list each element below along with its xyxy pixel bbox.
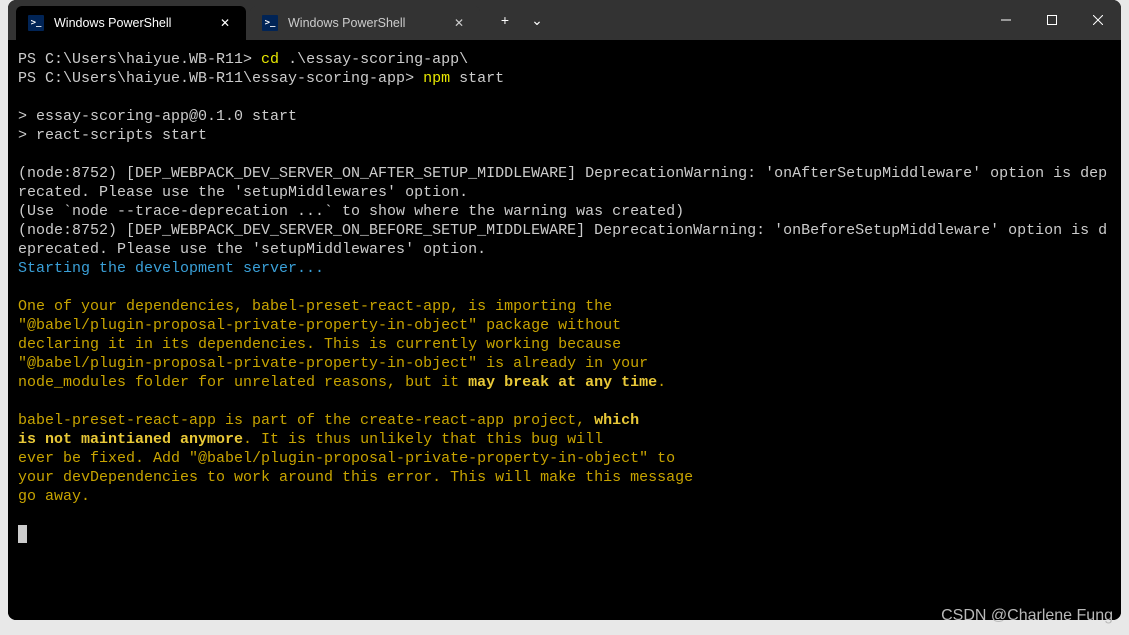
titlebar: >_ Windows PowerShell ✕ >_ Windows Power… — [8, 0, 1121, 40]
babel-warning-dot: . — [657, 374, 666, 391]
maximize-icon — [1047, 15, 1057, 25]
tab-powershell-2[interactable]: >_ Windows PowerShell ✕ — [250, 6, 480, 40]
tab-strip: >_ Windows PowerShell ✕ >_ Windows Power… — [8, 0, 552, 40]
watermark: CSDN @Charlene Fung — [941, 607, 1113, 625]
command-npm: npm — [423, 70, 459, 87]
close-icon — [1093, 15, 1103, 25]
babel-warning-bold: may break at any time — [468, 374, 657, 391]
close-icon[interactable]: ✕ — [216, 14, 234, 32]
minimize-button[interactable] — [983, 0, 1029, 40]
command-cd: cd — [261, 51, 288, 68]
close-icon[interactable]: ✕ — [450, 14, 468, 32]
maximize-button[interactable] — [1029, 0, 1075, 40]
deprecation-warnings: (node:8752) [DEP_WEBPACK_DEV_SERVER_ON_A… — [18, 165, 1107, 258]
tab-actions: + ⌄ — [484, 0, 552, 40]
cursor — [18, 525, 27, 543]
prompt-line-2: PS C:\Users\haiyue.WB-R11\essay-scoring-… — [18, 70, 423, 87]
minimize-icon — [1001, 15, 1011, 25]
window-controls — [983, 0, 1121, 40]
starting-server-message: Starting the development server... — [18, 260, 324, 277]
tab-title: Windows PowerShell — [54, 16, 206, 30]
npm-output: > essay-scoring-app@0.1.0 start > react-… — [18, 108, 297, 144]
command-arg: .\essay-scoring-app\ — [288, 51, 468, 68]
powershell-icon: >_ — [262, 15, 278, 31]
tab-dropdown-button[interactable]: ⌄ — [522, 5, 552, 35]
tab-powershell-1[interactable]: >_ Windows PowerShell ✕ — [16, 6, 246, 40]
tab-title: Windows PowerShell — [288, 16, 440, 30]
babel-warning-2a: babel-preset-react-app is part of the cr… — [18, 412, 594, 429]
prompt-line-1: PS C:\Users\haiyue.WB-R11> — [18, 51, 261, 68]
terminal-output[interactable]: PS C:\Users\haiyue.WB-R11> cd .\essay-sc… — [8, 40, 1121, 620]
close-window-button[interactable] — [1075, 0, 1121, 40]
powershell-icon: >_ — [28, 15, 44, 31]
new-tab-button[interactable]: + — [490, 5, 520, 35]
command-arg: start — [459, 70, 504, 87]
terminal-window: >_ Windows PowerShell ✕ >_ Windows Power… — [8, 0, 1121, 620]
